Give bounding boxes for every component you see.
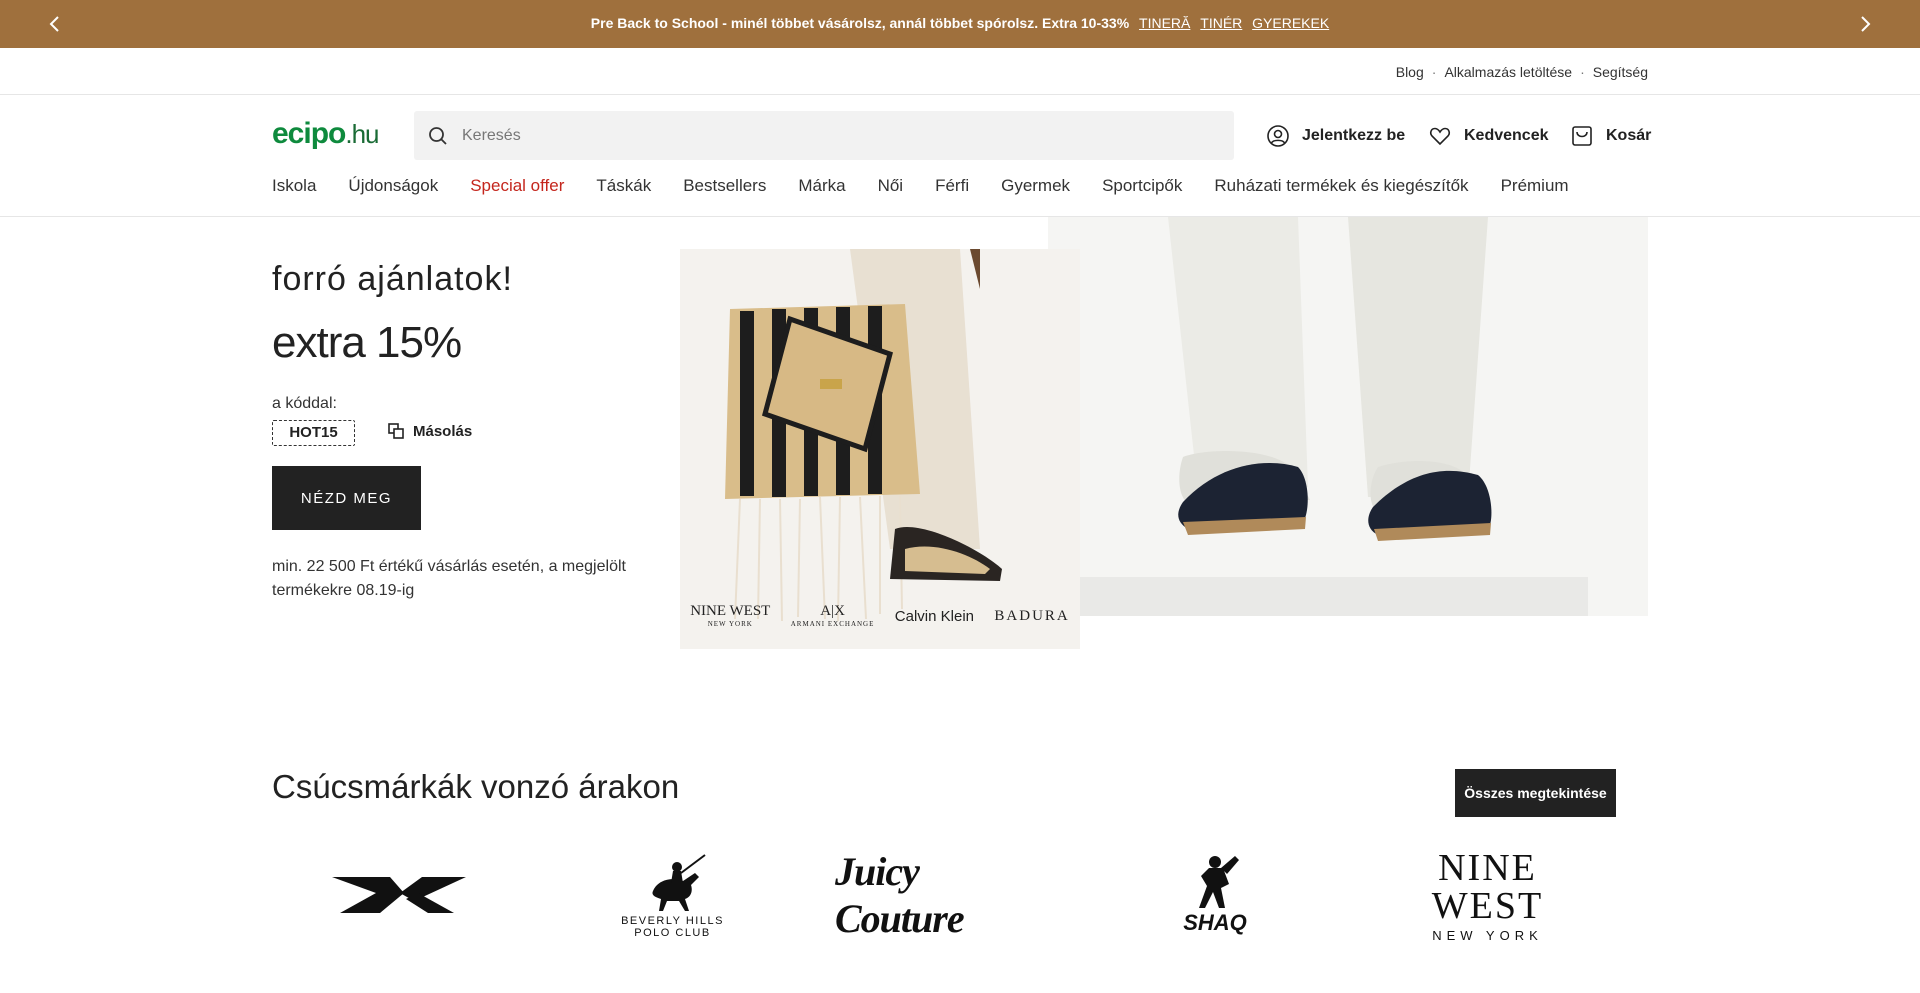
copy-label: Másolás [413, 422, 473, 440]
view-all-brands-button[interactable]: Összes megtekintése [1455, 769, 1616, 817]
cart-label: Kosár [1606, 127, 1652, 144]
brand-nine-west[interactable]: NINE WEST NEW YORK [1385, 845, 1590, 945]
nine-west-sub: NEW YORK [707, 620, 753, 628]
user-icon [1267, 125, 1289, 147]
ax-sub: ARMANI EXCHANGE [790, 620, 875, 628]
polo-player-icon [651, 854, 706, 911]
search-bar [414, 111, 1234, 160]
copy-code-button[interactable]: Másolás [387, 422, 472, 440]
brand-nine-west-logo: NINE WEST NEW YORK [690, 604, 770, 628]
logo-tld: .hu [345, 119, 379, 149]
promo-message: Pre Back to School - minél többet vásáro… [590, 15, 1130, 31]
code-label: a kóddal: [272, 395, 337, 412]
view-offer-button[interactable]: NÉZD MEG [272, 466, 421, 530]
nav-item-iskola[interactable]: Iskola [272, 176, 316, 200]
nw-line1: NINE WEST [1431, 846, 1544, 927]
main-nav: Iskola Újdonságok Special offer Táskák B… [272, 176, 1601, 200]
nav-item-noi[interactable]: Női [878, 176, 904, 200]
nav-item-sportcipok[interactable]: Sportcipők [1102, 176, 1182, 200]
nav-item-gyermek[interactable]: Gyermek [1001, 176, 1070, 200]
bhpc-line1: BEVERLY HILLS [621, 915, 724, 927]
promo-code: HOT15 [272, 420, 355, 446]
login-label: Jelentkezz be [1302, 127, 1406, 144]
blog-link[interactable]: Blog [1396, 64, 1424, 80]
brand-reebok[interactable] [320, 845, 480, 945]
nav-item-ferfi[interactable]: Férfi [935, 176, 969, 200]
separator-dot: · [1431, 64, 1437, 80]
promo-link-gyerekek[interactable]: GYEREKEK [1252, 15, 1329, 31]
cart-icon [1572, 126, 1592, 146]
nine-west-logo: NINE WEST NEW YORK [1385, 849, 1590, 942]
favorites-label: Kedvencek [1464, 127, 1549, 144]
cart-button[interactable]: Kosár [1570, 123, 1651, 149]
juicy-couture-logo: Juicy Couture [835, 849, 965, 941]
reebok-logo-icon [332, 877, 466, 913]
search-input[interactable] [462, 111, 1222, 160]
brand-calvin-klein-logo: Calvin Klein [894, 607, 975, 625]
nav-item-ruhazat[interactable]: Ruházati termékek és kiegészítők [1214, 176, 1468, 200]
hero-discount: extra 15% [272, 318, 462, 367]
nav-item-bestsellers[interactable]: Bestsellers [683, 176, 766, 200]
utility-links: Blog · Alkalmazás letöltése · Segítség [1396, 64, 1648, 80]
shaq-dunk-icon [1199, 856, 1239, 908]
logo-main: ecipo [272, 117, 346, 150]
copy-icon [388, 423, 404, 439]
nav-item-taskak[interactable]: Táskák [596, 176, 651, 200]
separator-dot: · [1580, 64, 1585, 80]
nav-item-marka[interactable]: Márka [798, 176, 845, 200]
hero-brand-logos: NINE WEST NEW YORK A|X ARMANI EXCHANGE Cal… [680, 604, 1080, 628]
hero-title: forró ajánlatok! [272, 260, 513, 298]
hero-image-bag[interactable]: NINE WEST NEW YORK A|X ARMANI EXCHANGE Cal… [680, 249, 1080, 649]
search-icon [426, 124, 450, 148]
hero-image-espadrilles[interactable] [1048, 217, 1648, 616]
brand-juicy-couture[interactable]: Juicy Couture [835, 845, 1050, 945]
bhpc-line2: POLO CLUB [634, 927, 711, 939]
promo-text-line: Pre Back to School - minél többet vásáro… [0, 15, 1920, 31]
favorites-button[interactable]: Kedvencek [1428, 123, 1549, 149]
offer-terms: min. 22 500 Ft értékű vásárlás esetén, a… [272, 558, 626, 599]
utility-bar: Blog · Alkalmazás letöltése · Segítség [0, 48, 1920, 95]
chevron-right-icon[interactable] [1853, 12, 1877, 36]
brand-beverly-hills-polo-club[interactable]: BEVERLY HILLS POLO CLUB [600, 845, 745, 945]
brand-badura-logo: BADURA [994, 607, 1070, 624]
brand-shaq[interactable]: SHAQ [1160, 845, 1270, 945]
promo-link-tinera[interactable]: TINERĂ [1139, 15, 1190, 31]
promo-link-tiner[interactable]: TINÉR [1200, 15, 1242, 31]
app-download-link[interactable]: Alkalmazás letöltése [1444, 64, 1572, 80]
nine-west-name: NINE WEST [690, 603, 771, 619]
shaq-logo-text: SHAQ [1183, 910, 1247, 935]
help-link[interactable]: Segítség [1593, 64, 1648, 80]
brand-armani-exchange-logo: A|X ARMANI EXCHANGE [791, 604, 875, 628]
login-button[interactable]: Jelentkezz be [1266, 123, 1405, 149]
heart-icon [1429, 127, 1451, 146]
nav-item-ujdonsagok[interactable]: Újdonságok [348, 176, 438, 200]
nav-item-special-offer[interactable]: Special offer [470, 176, 564, 200]
site-logo[interactable]: ecipo.hu [272, 117, 380, 151]
promo-banner: Pre Back to School - minél többet vásáro… [0, 0, 1920, 48]
ax-name: A|X [820, 603, 845, 619]
brands-section-title: Csúcsmárkák vonzó árakon [272, 768, 680, 805]
nw-line2: NEW YORK [1432, 927, 1543, 943]
nav-item-premium[interactable]: Prémium [1501, 176, 1569, 200]
